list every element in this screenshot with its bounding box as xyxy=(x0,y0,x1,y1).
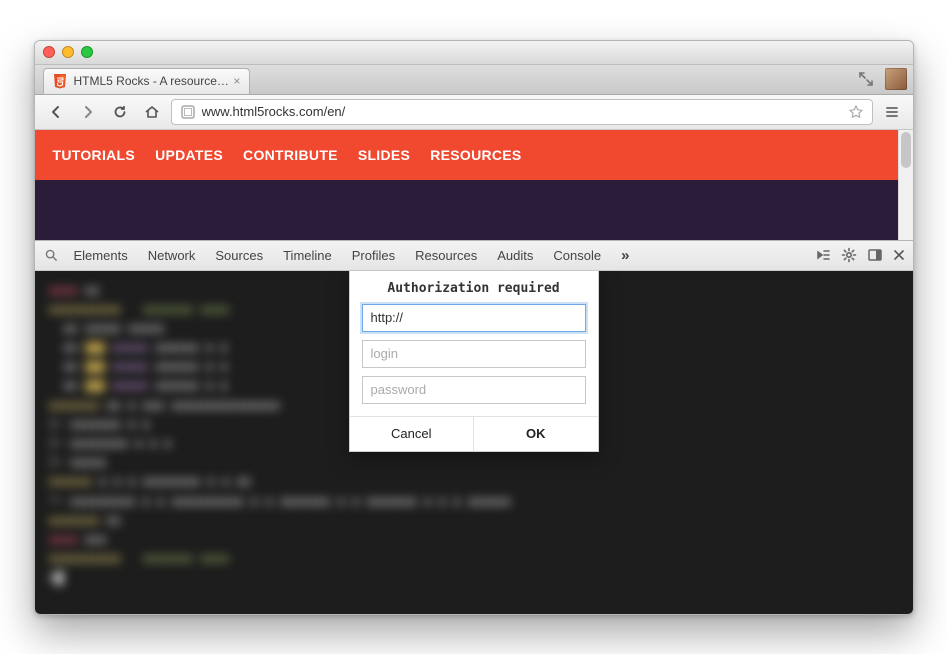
auth-password-input[interactable] xyxy=(362,376,586,404)
address-bar[interactable]: www.html5rocks.com/en/ xyxy=(171,99,873,125)
auth-url-input[interactable] xyxy=(362,304,586,332)
authorization-dialog: Authorization required Cancel OK xyxy=(349,271,599,452)
devtools-tabbar: Elements Network Sources Timeline Profil… xyxy=(35,241,913,271)
tab-console[interactable]: Console xyxy=(544,241,610,270)
titlebar xyxy=(35,41,913,65)
profile-avatar[interactable] xyxy=(885,68,907,90)
page-viewport: TUTORIALS UPDATES CONTRIBUTE SLIDES RESO… xyxy=(35,130,913,614)
minimize-window-button[interactable] xyxy=(62,46,74,58)
cancel-button[interactable]: Cancel xyxy=(350,417,475,451)
nav-resources[interactable]: RESOURCES xyxy=(430,147,521,163)
devtools-search-icon[interactable] xyxy=(39,248,63,262)
devtools-body: ▮▮▮▮ ▮▮ ▮▮▮▮▮▮▮▮▮▮ ▮▮▮▮▮▮▮ ▮▮▮▮ ▮▮ ▮▮▮▮▮… xyxy=(35,271,913,614)
forward-button[interactable] xyxy=(75,99,101,125)
tab-close-button[interactable]: × xyxy=(231,75,243,87)
tab-profiles[interactable]: Profiles xyxy=(343,241,404,270)
tab-title: HTML5 Rocks - A resource… xyxy=(74,74,229,88)
site-hero xyxy=(35,180,913,240)
browser-window: HTML5 Rocks - A resource… × www.html5 xyxy=(34,40,914,615)
settings-gear-icon[interactable] xyxy=(837,247,861,263)
html5-favicon xyxy=(52,73,68,89)
site-icon xyxy=(180,104,196,120)
tab-sources[interactable]: Sources xyxy=(206,241,272,270)
reload-button[interactable] xyxy=(107,99,133,125)
tab-resources[interactable]: Resources xyxy=(406,241,486,270)
site-nav: TUTORIALS UPDATES CONTRIBUTE SLIDES RESO… xyxy=(35,130,913,180)
url-text: www.html5rocks.com/en/ xyxy=(202,104,842,119)
browser-tab[interactable]: HTML5 Rocks - A resource… × xyxy=(43,68,250,94)
zoom-window-button[interactable] xyxy=(81,46,93,58)
devtools-panel: Elements Network Sources Timeline Profil… xyxy=(35,240,913,614)
tab-timeline[interactable]: Timeline xyxy=(274,241,341,270)
auth-login-input[interactable] xyxy=(362,340,586,368)
tab-strip: HTML5 Rocks - A resource… × xyxy=(35,65,913,95)
toggle-drawer-icon[interactable] xyxy=(811,247,835,263)
tab-network[interactable]: Network xyxy=(139,241,205,270)
close-window-button[interactable] xyxy=(43,46,55,58)
scrollbar-thumb[interactable] xyxy=(901,132,911,168)
traffic-lights xyxy=(43,46,93,58)
devtools-close-icon[interactable] xyxy=(889,249,909,261)
nav-slides[interactable]: SLIDES xyxy=(358,147,410,163)
tab-elements[interactable]: Elements xyxy=(65,241,137,270)
home-button[interactable] xyxy=(139,99,165,125)
tab-overflow[interactable]: » xyxy=(612,241,638,270)
nav-updates[interactable]: UPDATES xyxy=(155,147,223,163)
nav-tutorials[interactable]: TUTORIALS xyxy=(53,147,136,163)
toolbar: www.html5rocks.com/en/ xyxy=(35,95,913,130)
nav-contribute[interactable]: CONTRIBUTE xyxy=(243,147,338,163)
back-button[interactable] xyxy=(43,99,69,125)
chrome-menu-button[interactable] xyxy=(879,99,905,125)
tab-audits[interactable]: Audits xyxy=(488,241,542,270)
dock-side-icon[interactable] xyxy=(863,247,887,263)
bookmark-star-icon[interactable] xyxy=(848,104,864,120)
ok-button[interactable]: OK xyxy=(474,417,598,451)
fullscreen-icon[interactable] xyxy=(857,70,875,88)
dialog-title: Authorization required xyxy=(350,271,598,304)
